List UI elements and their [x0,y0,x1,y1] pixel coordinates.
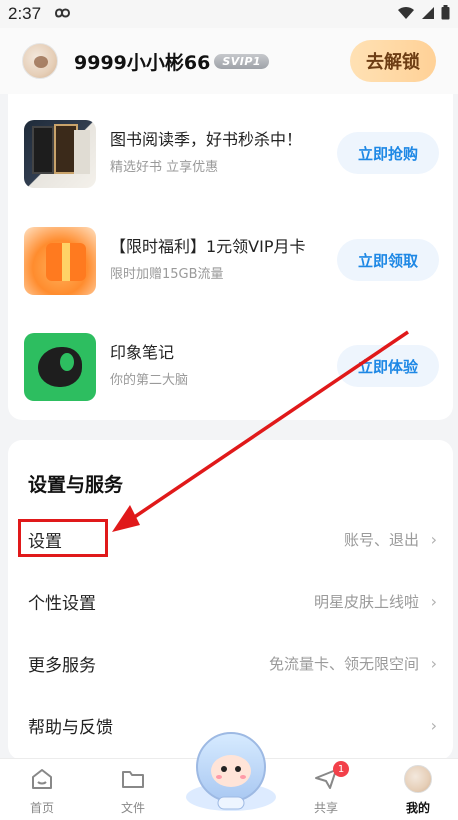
books-icon [24,120,96,188]
chevron-right-icon: › [430,591,437,611]
unlock-button[interactable]: 去解锁 [350,40,436,82]
mascot-button[interactable] [184,727,278,813]
vip-badge: SVIP1 [214,53,270,69]
nav-mine[interactable]: 我的 [383,765,453,816]
share-badge: 1 [333,761,349,777]
signal-icon [421,5,435,24]
promo-title: 图书阅读季，好书秒杀中！ [110,130,303,149]
infinity-icon [51,5,73,24]
try-now-button[interactable]: 立即体验 [337,345,439,387]
settings-row-personalize[interactable]: 个性设置 明星皮肤上线啦 › [8,576,453,626]
promo-item-vip[interactable]: 【限时福利】1元领VIP月卡 限时加赠15GB流量 立即领取 [8,221,453,301]
nav-label: 首页 [29,801,54,815]
nav-share[interactable]: 1 共享 [291,761,361,816]
buy-now-button[interactable]: 立即抢购 [337,132,439,174]
profile-header: 9999小小彬66 SVIP1 去解锁 [0,28,458,94]
row-label: 个性设置 [28,593,96,614]
wifi-icon [397,5,415,24]
nav-label: 文件 [120,801,145,815]
settings-card: 设置与服务 设置 账号、退出 › 个性设置 明星皮肤上线啦 › 更多服务 免流量… [8,440,453,760]
claim-now-button[interactable]: 立即领取 [337,239,439,281]
chevron-right-icon: › [430,715,437,735]
battery-icon [441,4,450,24]
promo-item-evernote[interactable]: 印象笔记 你的第二大脑 立即体验 [8,327,453,407]
nav-label: 共享 [313,801,338,815]
promo-subtitle: 精选好书 立享优惠 [110,160,219,175]
status-indicators [397,4,450,24]
promo-subtitle: 你的第二大脑 [110,373,189,388]
nav-files[interactable]: 文件 [98,765,168,816]
settings-row-more-services[interactable]: 更多服务 免流量卡、领无限空间 › [8,638,453,688]
chevron-right-icon: › [430,529,437,549]
share-icon [291,765,361,793]
profile-avatar-icon [383,765,453,793]
avatar[interactable] [22,43,58,79]
settings-row-settings[interactable]: 设置 账号、退出 › [8,514,453,564]
promo-card: 图书阅读季，好书秒杀中！ 精选好书 立享优惠 立即抢购 【限时福利】1元领VIP… [8,94,453,420]
evernote-icon [24,333,96,401]
row-hint: 免流量卡、领无限空间 [268,654,419,673]
promo-item-books[interactable]: 图书阅读季，好书秒杀中！ 精选好书 立享优惠 立即抢购 [8,114,453,194]
username: 9999小小彬66 [74,51,211,74]
row-hint: 明星皮肤上线啦 [313,592,419,611]
gift-icon [24,227,96,295]
folder-icon [98,765,168,793]
row-label: 更多服务 [28,655,96,676]
section-title: 设置与服务 [28,474,124,496]
row-label: 设置 [28,531,62,552]
row-hint: 账号、退出 [343,530,419,549]
promo-subtitle: 限时加赠15GB流量 [110,267,224,282]
nav-label: 我的 [405,801,430,815]
status-bar: 2:37 [0,0,458,28]
promo-title: 印象笔记 [110,343,175,362]
status-time: 2:37 [8,4,42,23]
chevron-right-icon: › [430,653,437,673]
nav-home[interactable]: 首页 [7,765,77,816]
row-label: 帮助与反馈 [28,717,113,738]
home-icon [7,765,77,793]
promo-title: 【限时福利】1元领VIP月卡 [110,237,306,256]
